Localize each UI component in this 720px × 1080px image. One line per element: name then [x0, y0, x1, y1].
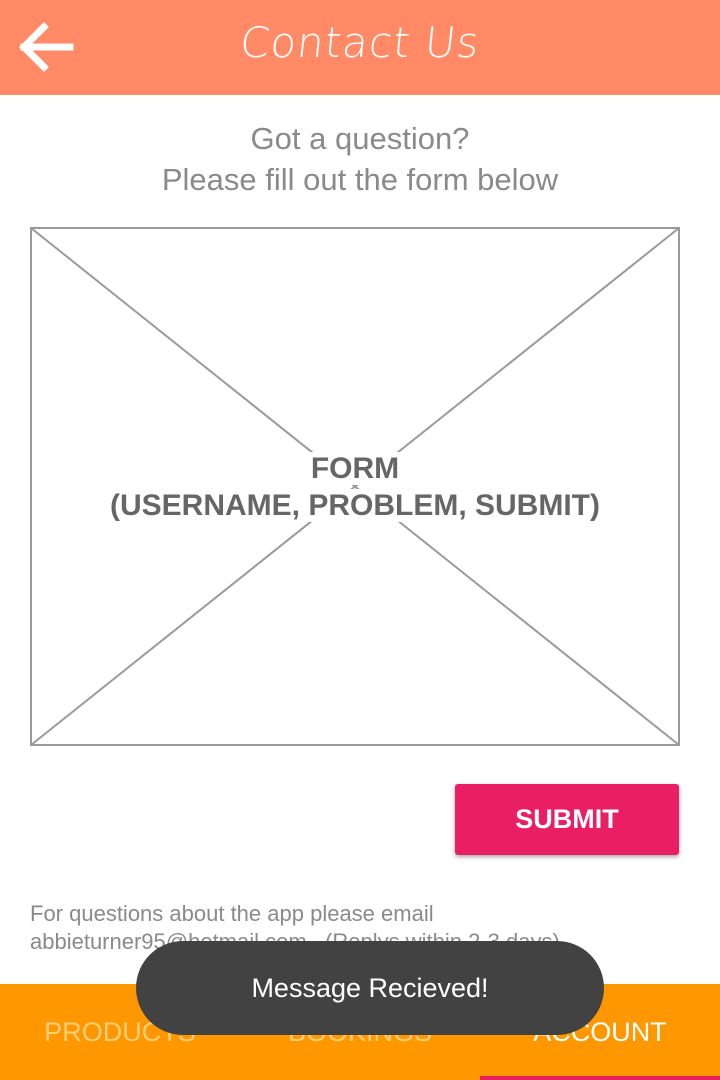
form-label-line-1: FORM [306, 452, 404, 485]
form-placeholder-label: FORM (USERNAME, PROBLEM, SUBMIT) [30, 450, 680, 524]
intro-text: Got a question? Please fill out the form… [0, 118, 720, 200]
page-title: Contact Us [237, 18, 483, 67]
form-label-line-2: (USERNAME, PROBLEM, SUBMIT) [106, 489, 604, 522]
intro-line-2: Please fill out the form below [161, 162, 559, 197]
toast-message: Message Recieved! [136, 941, 604, 1035]
intro-line-1: Got a question? [250, 121, 470, 156]
footer-note-line-1: For questions about the app please email [30, 901, 434, 926]
nav-active-indicator [480, 1076, 720, 1080]
app-bar: Contact Us [0, 0, 720, 95]
form-placeholder: FORM (USERNAME, PROBLEM, SUBMIT) [30, 227, 680, 746]
submit-button[interactable]: SUBMIT [455, 784, 679, 855]
